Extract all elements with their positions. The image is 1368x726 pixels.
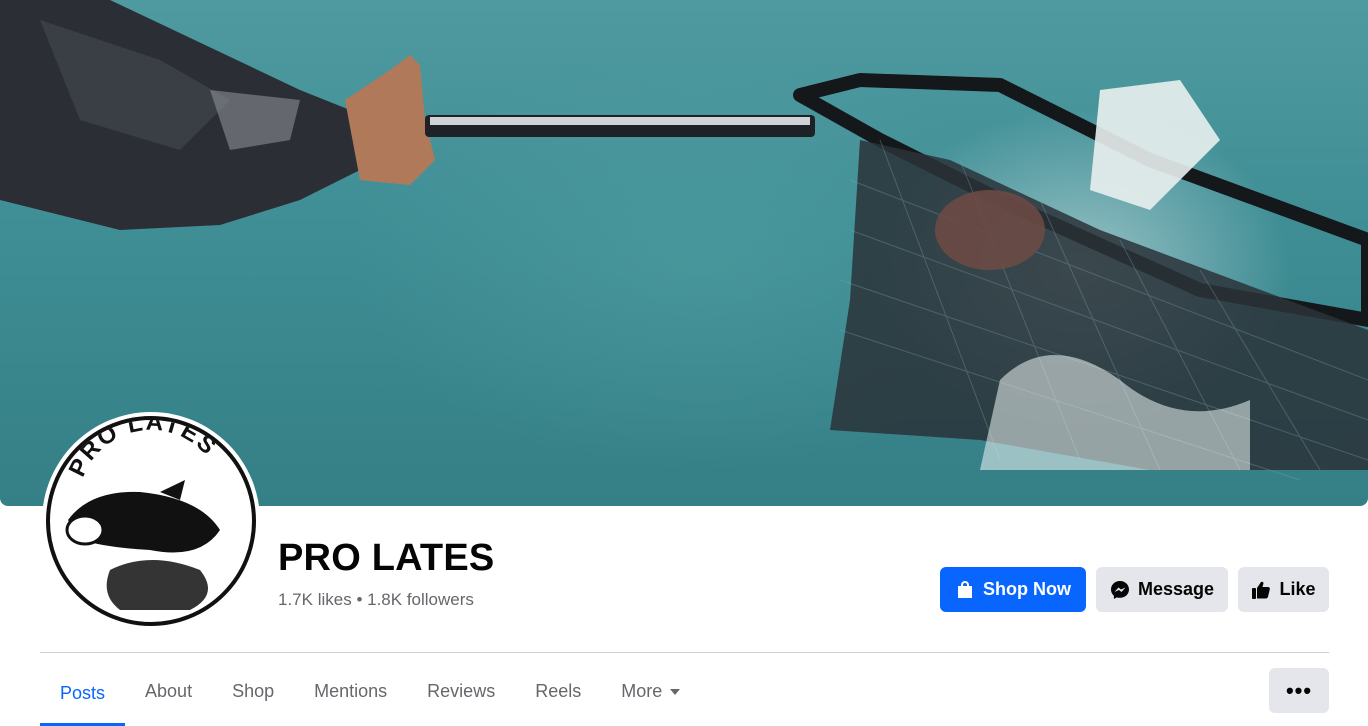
shopping-bag-icon (955, 580, 975, 600)
tab-label: Reviews (427, 681, 496, 701)
avatar-logo: PRO LATES (46, 416, 256, 626)
tab-shop[interactable]: Shop (212, 660, 294, 723)
messenger-icon (1110, 580, 1130, 600)
tab-label: Mentions (314, 681, 388, 701)
page-stats: 1.7K likes • 1.8K followers (278, 590, 474, 610)
shop-now-button[interactable]: Shop Now (940, 567, 1086, 612)
message-button[interactable]: Message (1096, 567, 1228, 612)
thumbs-up-icon (1251, 580, 1271, 600)
header-divider (40, 652, 1329, 653)
followers-count[interactable]: 1.8K followers (367, 590, 474, 609)
tab-about[interactable]: About (125, 660, 212, 723)
like-label: Like (1279, 579, 1316, 599)
pro-lates-logo: PRO LATES (64, 420, 221, 610)
tab-label: Shop (232, 681, 275, 701)
message-label: Message (1137, 579, 1215, 599)
tab-label: More (621, 681, 663, 701)
tab-label: Reels (535, 681, 582, 701)
tab-posts[interactable]: Posts (40, 660, 126, 726)
tab-reviews[interactable]: Reviews (407, 660, 515, 723)
more-options-button[interactable]: ••• (1269, 668, 1329, 713)
page-tabs: Posts About Shop Mentions Reviews Reels … (40, 660, 700, 726)
tab-more[interactable]: More (601, 660, 700, 723)
shop-now-label: Shop Now (983, 579, 1071, 599)
caret-down-icon (670, 688, 681, 695)
page-avatar[interactable]: PRO LATES (42, 412, 260, 630)
like-button[interactable]: Like (1238, 567, 1329, 612)
tab-reels[interactable]: Reels (515, 660, 601, 723)
page-title[interactable]: PRO LATES (278, 537, 494, 580)
likes-count[interactable]: 1.7K likes (278, 590, 352, 609)
stats-separator: • (356, 590, 363, 609)
tab-mentions[interactable]: Mentions (294, 660, 407, 723)
tab-label: About (145, 681, 193, 701)
tab-label: Posts (60, 682, 106, 703)
